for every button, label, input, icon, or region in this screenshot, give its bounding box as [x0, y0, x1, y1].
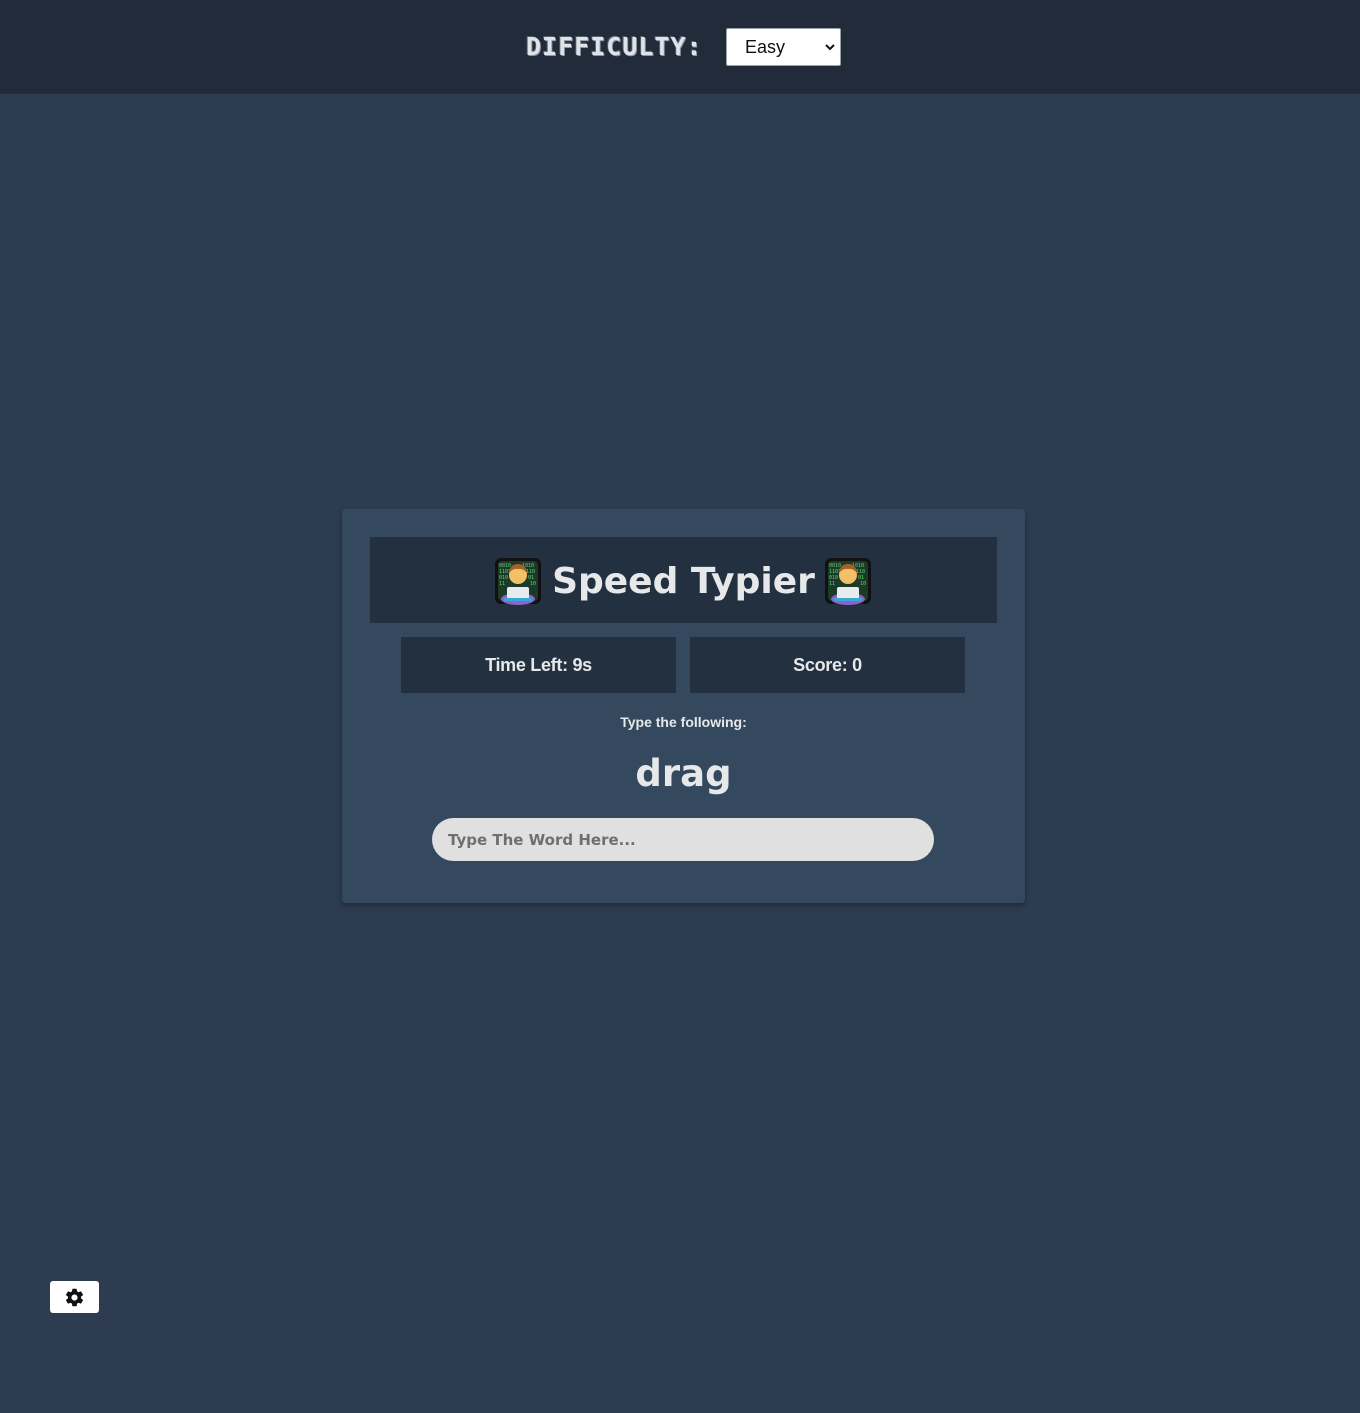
difficulty-bar: DIFFICULTY: Easy	[0, 0, 1360, 94]
technologist-emoji-icon: 0010 1010 1101 110 010 01 11 10	[825, 558, 871, 605]
gear-icon	[65, 1288, 84, 1307]
difficulty-selected-value: Easy	[745, 37, 786, 57]
settings-button[interactable]	[50, 1281, 99, 1313]
svg-text:11: 11	[829, 581, 835, 587]
title-bar: 0010 1010 1101 110 010 01 11 10 Speed Typier…	[370, 537, 997, 623]
difficulty-label: DIFFICULTY:	[526, 32, 703, 61]
prompt-label: Type the following:	[620, 714, 747, 730]
game-card: 0010 1010 1101 110 010 01 11 10 Speed Typier…	[342, 509, 1025, 903]
chevron-down-icon	[825, 44, 835, 51]
game-title: Speed Typier	[552, 561, 815, 602]
svg-text:10: 10	[860, 581, 866, 587]
time-left: Time Left: 9s	[401, 637, 676, 693]
target-word: drag	[635, 752, 732, 795]
score: Score: 0	[690, 637, 965, 693]
difficulty-select[interactable]: Easy	[726, 28, 841, 66]
word-input[interactable]	[432, 818, 934, 861]
